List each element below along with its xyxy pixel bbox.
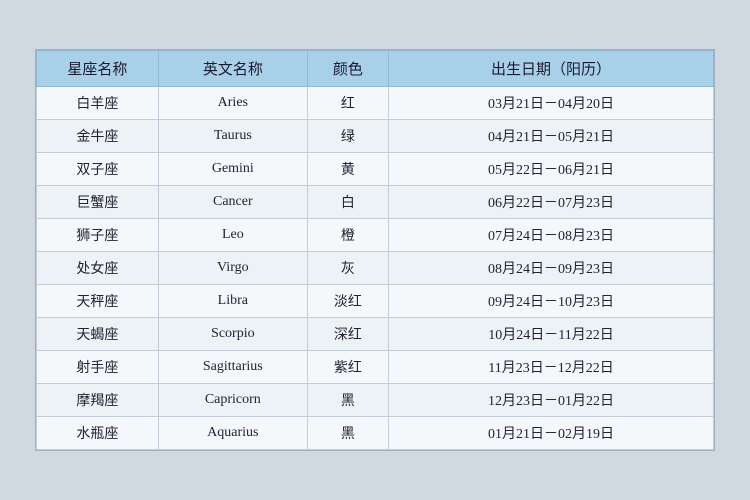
cell-english: Virgo bbox=[158, 252, 307, 285]
cell-date: 10月24日－11月22日 bbox=[389, 318, 714, 351]
cell-date: 12月23日－01月22日 bbox=[389, 384, 714, 417]
cell-english: Aries bbox=[158, 87, 307, 120]
header-english: 英文名称 bbox=[158, 51, 307, 87]
cell-color: 白 bbox=[307, 186, 388, 219]
table-row: 处女座Virgo灰08月24日－09月23日 bbox=[37, 252, 714, 285]
cell-chinese: 射手座 bbox=[37, 351, 159, 384]
cell-color: 黄 bbox=[307, 153, 388, 186]
cell-chinese: 天蝎座 bbox=[37, 318, 159, 351]
cell-color: 淡红 bbox=[307, 285, 388, 318]
cell-date: 04月21日－05月21日 bbox=[389, 120, 714, 153]
cell-color: 深红 bbox=[307, 318, 388, 351]
cell-color: 紫红 bbox=[307, 351, 388, 384]
cell-chinese: 双子座 bbox=[37, 153, 159, 186]
cell-chinese: 狮子座 bbox=[37, 219, 159, 252]
cell-date: 03月21日－04月20日 bbox=[389, 87, 714, 120]
header-date: 出生日期（阳历） bbox=[389, 51, 714, 87]
cell-english: Aquarius bbox=[158, 417, 307, 450]
table-row: 摩羯座Capricorn黑12月23日－01月22日 bbox=[37, 384, 714, 417]
cell-chinese: 金牛座 bbox=[37, 120, 159, 153]
cell-english: Sagittarius bbox=[158, 351, 307, 384]
cell-chinese: 白羊座 bbox=[37, 87, 159, 120]
cell-english: Leo bbox=[158, 219, 307, 252]
cell-date: 11月23日－12月22日 bbox=[389, 351, 714, 384]
cell-english: Taurus bbox=[158, 120, 307, 153]
cell-date: 05月22日－06月21日 bbox=[389, 153, 714, 186]
table-row: 白羊座Aries红03月21日－04月20日 bbox=[37, 87, 714, 120]
zodiac-table: 星座名称 英文名称 颜色 出生日期（阳历） 白羊座Aries红03月21日－04… bbox=[36, 50, 714, 450]
cell-english: Gemini bbox=[158, 153, 307, 186]
cell-date: 01月21日－02月19日 bbox=[389, 417, 714, 450]
table-row: 水瓶座Aquarius黑01月21日－02月19日 bbox=[37, 417, 714, 450]
table-row: 双子座Gemini黄05月22日－06月21日 bbox=[37, 153, 714, 186]
table-row: 天秤座Libra淡红09月24日－10月23日 bbox=[37, 285, 714, 318]
table-row: 天蝎座Scorpio深红10月24日－11月22日 bbox=[37, 318, 714, 351]
cell-date: 07月24日－08月23日 bbox=[389, 219, 714, 252]
cell-english: Libra bbox=[158, 285, 307, 318]
cell-chinese: 天秤座 bbox=[37, 285, 159, 318]
cell-english: Scorpio bbox=[158, 318, 307, 351]
cell-english: Cancer bbox=[158, 186, 307, 219]
cell-color: 橙 bbox=[307, 219, 388, 252]
cell-chinese: 处女座 bbox=[37, 252, 159, 285]
zodiac-table-container: 星座名称 英文名称 颜色 出生日期（阳历） 白羊座Aries红03月21日－04… bbox=[35, 49, 715, 451]
cell-date: 09月24日－10月23日 bbox=[389, 285, 714, 318]
table-row: 金牛座Taurus绿04月21日－05月21日 bbox=[37, 120, 714, 153]
cell-date: 08月24日－09月23日 bbox=[389, 252, 714, 285]
cell-date: 06月22日－07月23日 bbox=[389, 186, 714, 219]
cell-chinese: 巨蟹座 bbox=[37, 186, 159, 219]
cell-color: 红 bbox=[307, 87, 388, 120]
cell-color: 黑 bbox=[307, 384, 388, 417]
header-chinese: 星座名称 bbox=[37, 51, 159, 87]
cell-color: 绿 bbox=[307, 120, 388, 153]
cell-color: 灰 bbox=[307, 252, 388, 285]
cell-english: Capricorn bbox=[158, 384, 307, 417]
cell-chinese: 摩羯座 bbox=[37, 384, 159, 417]
cell-chinese: 水瓶座 bbox=[37, 417, 159, 450]
header-color: 颜色 bbox=[307, 51, 388, 87]
table-header-row: 星座名称 英文名称 颜色 出生日期（阳历） bbox=[37, 51, 714, 87]
table-row: 射手座Sagittarius紫红11月23日－12月22日 bbox=[37, 351, 714, 384]
table-row: 狮子座Leo橙07月24日－08月23日 bbox=[37, 219, 714, 252]
cell-color: 黑 bbox=[307, 417, 388, 450]
table-row: 巨蟹座Cancer白06月22日－07月23日 bbox=[37, 186, 714, 219]
